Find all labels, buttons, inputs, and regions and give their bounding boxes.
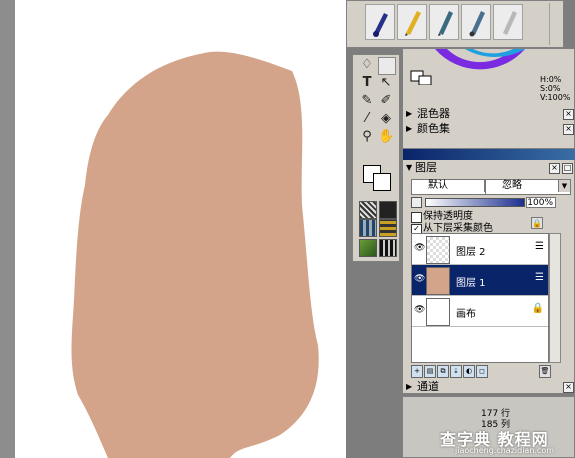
- layer-stack-icon: ☰: [535, 241, 544, 252]
- layers-title: 图层: [415, 161, 437, 174]
- layer-thumbnail: [426, 298, 450, 326]
- preserve-transparency-checkbox[interactable]: [411, 212, 422, 223]
- pen-brush-button[interactable]: [429, 4, 459, 40]
- trash-icon[interactable]: 🗑: [539, 365, 551, 378]
- preserve-transparency-label: 保持透明度: [423, 211, 473, 222]
- airbrush-brush-button[interactable]: [365, 4, 395, 40]
- channel-section-header[interactable]: ▶ 通道 × □: [403, 380, 575, 394]
- layer-row[interactable]: 👁 图层 1 ☰: [412, 265, 548, 296]
- expand-arrow-icon[interactable]: ▶: [406, 122, 412, 136]
- text-tool-icon[interactable]: T: [359, 75, 375, 91]
- zoom-tool-icon[interactable]: ⚲: [359, 129, 375, 145]
- background-color-swatch[interactable]: [373, 173, 391, 191]
- expand-arrow-icon[interactable]: ▶: [406, 107, 412, 121]
- lock-icon[interactable]: 🔒: [531, 217, 543, 229]
- chevron-down-icon[interactable]: ▼: [558, 180, 570, 192]
- copy-layer-icon[interactable]: ⧉: [437, 365, 449, 378]
- close-icon[interactable]: ×: [563, 382, 574, 393]
- collapse-arrow-icon[interactable]: ▼: [406, 160, 412, 176]
- opacity-row: 100%: [403, 196, 575, 210]
- layer-row[interactable]: 👁 图层 2 ☰: [412, 234, 548, 265]
- mixer-section-header[interactable]: ▶ 混色器 × □: [403, 107, 575, 121]
- painted-blob: [71, 51, 319, 458]
- eye-icon[interactable]: 👁: [414, 243, 425, 253]
- brush-toolbar-scrollbar[interactable]: [549, 3, 561, 45]
- close-icon[interactable]: ×: [549, 163, 560, 174]
- mixer-label: 混色器: [417, 107, 450, 120]
- pattern-swatch-3[interactable]: [359, 219, 377, 237]
- hue-value: H:0%: [540, 75, 562, 84]
- close-icon[interactable]: ×: [563, 124, 574, 135]
- pattern-swatch-2[interactable]: [379, 201, 397, 219]
- color-wheel[interactable]: [405, 49, 541, 85]
- canvas-left-margin: [0, 0, 15, 458]
- bucket-tool-icon[interactable]: ♢: [359, 57, 375, 73]
- layer-name: 画布: [456, 309, 476, 320]
- layer-row[interactable]: 👁 画布 🔒: [412, 296, 548, 327]
- rows-count: 177 行: [481, 409, 511, 419]
- watermark-url: jiaocheng.chazidian.com: [455, 446, 555, 455]
- opacity-slider[interactable]: [425, 198, 525, 207]
- expand-arrow-icon[interactable]: ▶: [406, 380, 412, 394]
- color-set-section-header[interactable]: ▶ 颜色集 × □: [403, 122, 575, 136]
- layer-thumbnail: [426, 236, 450, 264]
- color-set-label: 颜色集: [417, 122, 450, 135]
- pencil-brush-button[interactable]: [397, 4, 427, 40]
- close-icon[interactable]: ×: [563, 109, 574, 120]
- eye-icon[interactable]: 👁: [414, 305, 425, 315]
- protect-mode-value: 忽略: [502, 180, 522, 191]
- layer-lock-icon[interactable]: [411, 197, 422, 208]
- protect-mode-select[interactable]: 忽略 ▼: [485, 179, 571, 195]
- layer-stack-icon: ☰: [535, 272, 544, 283]
- pattern-swatch-1[interactable]: [359, 201, 377, 219]
- layer-list: 👁 图层 2 ☰ 👁 图层 1 ☰ 👁 画布 🔒: [411, 233, 549, 363]
- eyedropper-tool-icon[interactable]: ⁄: [359, 111, 375, 127]
- layers-title-bar[interactable]: [403, 149, 575, 160]
- layer-toolbar: + ▤ ⧉ ⇣ ◐ ◻ 🗑: [411, 365, 563, 379]
- layer-list-scrollbar[interactable]: [549, 233, 561, 363]
- hsv-readout: H:0% S:0% V:100%: [540, 75, 572, 102]
- layer-name: 图层 2: [456, 247, 486, 258]
- pattern-swatch-5[interactable]: [359, 239, 377, 257]
- eye-icon[interactable]: 👁: [414, 274, 425, 284]
- brush-toolbar: [346, 0, 564, 48]
- watercolor-brush-button[interactable]: [461, 4, 491, 40]
- move-tool-icon[interactable]: ↖: [378, 75, 394, 91]
- color-panel: H:0% S:0% V:100% ▶ 混色器 × □ ▶ 颜色集 × □: [402, 48, 575, 152]
- pattern-swatch-6[interactable]: [379, 239, 397, 257]
- lasso-tool-icon[interactable]: ✐: [378, 93, 394, 109]
- layer-name: 图层 1: [456, 278, 486, 289]
- saturation-value: S:0%: [540, 84, 561, 93]
- new-layer-icon[interactable]: +: [411, 365, 423, 378]
- blur-brush-button[interactable]: [493, 4, 523, 40]
- clear-layer-icon[interactable]: ◻: [476, 365, 488, 378]
- pattern-swatch-4[interactable]: [379, 219, 397, 237]
- brush-tool-icon[interactable]: ✎: [359, 93, 375, 109]
- new-layer-set-icon[interactable]: ▤: [424, 365, 436, 378]
- tool-palette: ♢ T ↖ ✎ ✐ ⁄ ◈ ⚲ ✋: [352, 54, 400, 262]
- rectangle-select-tool-icon[interactable]: [378, 57, 396, 75]
- opacity-value[interactable]: 100%: [526, 197, 556, 208]
- lock-icon: 🔒: [531, 303, 544, 314]
- blend-mode-value: 默认: [428, 180, 448, 191]
- layer-mask-icon[interactable]: ◐: [463, 365, 475, 378]
- maximize-icon[interactable]: □: [562, 163, 573, 174]
- merge-layer-icon[interactable]: ⇣: [450, 365, 462, 378]
- layers-header[interactable]: ▼ 图层 × □: [403, 160, 575, 176]
- channel-label: 通道: [417, 380, 439, 393]
- fill-tool-icon[interactable]: ◈: [378, 111, 394, 127]
- layer-thumbnail: [426, 267, 450, 295]
- hand-tool-icon[interactable]: ✋: [378, 129, 394, 145]
- brightness-value: V:100%: [540, 93, 571, 102]
- layers-panel: ▼ 图层 × □ 默认 ▼ 忽略 ▼ 100% 保持透明度 ✓ 从下层采集颜色 …: [402, 148, 575, 394]
